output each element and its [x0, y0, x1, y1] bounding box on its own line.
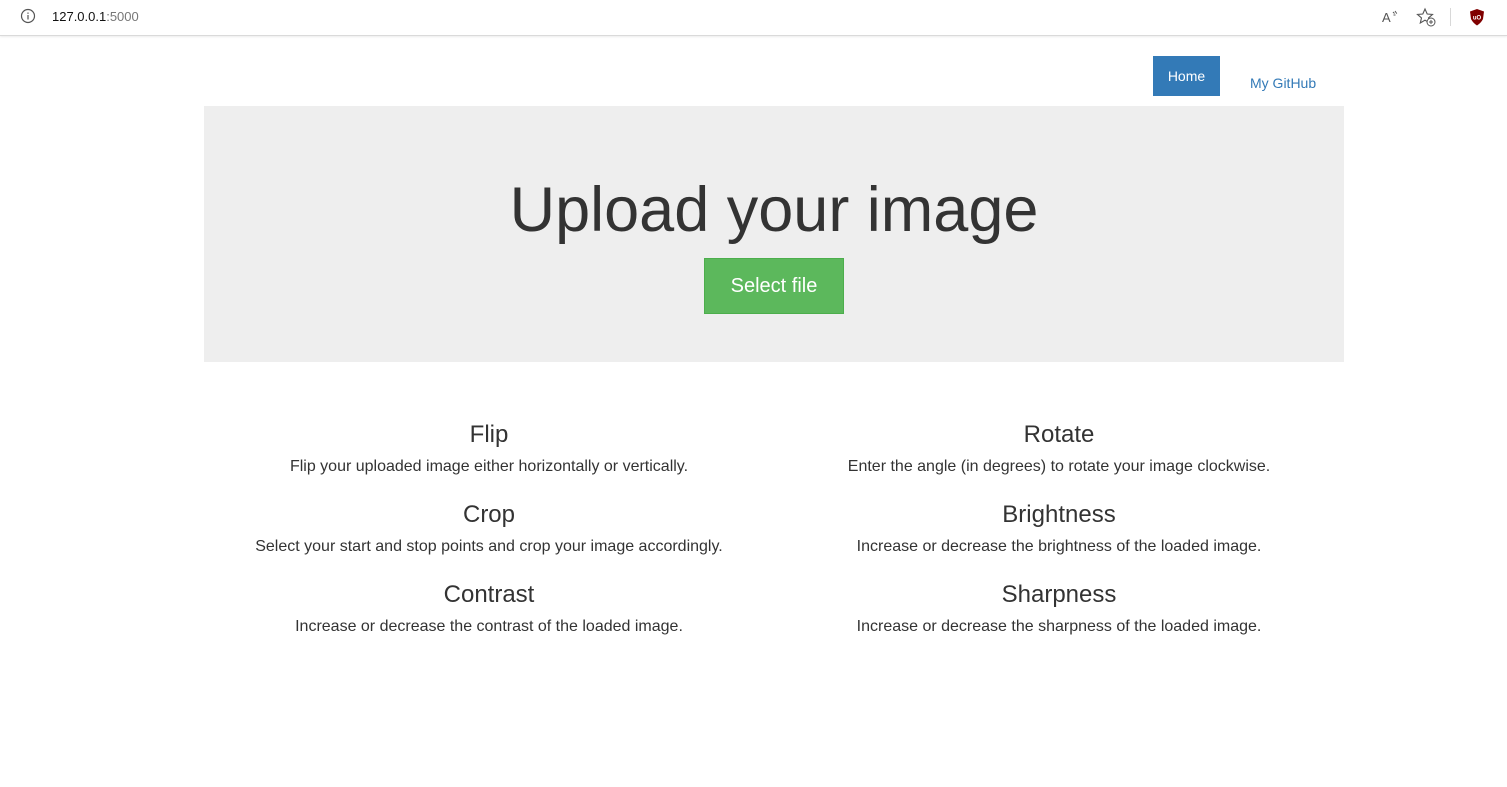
nav-home-link[interactable]: Home: [1153, 56, 1220, 96]
feature-description: Increase or decrease the sharpness of th…: [856, 618, 1262, 635]
feature-flip: Flip Flip your uploaded image either hor…: [204, 420, 774, 500]
feature-crop: Crop Select your start and stop points a…: [204, 500, 774, 580]
feature-title: Rotate: [1023, 421, 1095, 448]
svg-text:A: A: [1382, 10, 1391, 25]
feature-rotate: Rotate Enter the angle (in degrees) to r…: [774, 420, 1344, 500]
feature-title: Flip: [469, 421, 509, 448]
feature-description: Select your start and stop points and cr…: [255, 538, 723, 555]
url-port: :5000: [106, 9, 139, 24]
toolbar-separator: [1450, 8, 1451, 26]
feature-title: Sharpness: [1001, 581, 1117, 608]
browser-address-bar: 127.0.0.1:5000 A uO: [0, 0, 1507, 36]
page-title: Upload your image: [509, 175, 1039, 245]
upload-jumbotron: Upload your image Select file: [204, 106, 1344, 362]
feature-title: Brightness: [1002, 501, 1116, 528]
feature-description: Increase or decrease the brightness of t…: [856, 538, 1262, 555]
feature-description: Enter the angle (in degrees) to rotate y…: [847, 458, 1271, 475]
info-icon[interactable]: [20, 8, 36, 24]
read-aloud-icon[interactable]: A: [1380, 7, 1400, 27]
feature-description: Increase or decrease the contrast of the…: [295, 618, 683, 635]
select-file-button[interactable]: Select file: [704, 258, 844, 314]
nav-github-link[interactable]: My GitHub: [1250, 56, 1316, 96]
url-host: 127.0.0.1: [52, 9, 107, 24]
feature-sharpness: Sharpness Increase or decrease the sharp…: [774, 580, 1344, 660]
feature-title: Crop: [462, 501, 516, 528]
top-nav: Home My GitHub: [1153, 56, 1316, 96]
favorite-add-icon[interactable]: [1416, 7, 1436, 27]
feature-contrast: Contrast Increase or decrease the contra…: [204, 580, 774, 660]
ublock-icon[interactable]: uO: [1467, 7, 1487, 27]
svg-text:uO: uO: [1473, 16, 1482, 22]
feature-title: Contrast: [443, 581, 535, 608]
url-field[interactable]: 127.0.0.1:5000: [52, 9, 139, 25]
feature-description: Flip your uploaded image either horizont…: [289, 458, 689, 475]
feature-brightness: Brightness Increase or decrease the brig…: [774, 500, 1344, 580]
features-grid: Flip Flip your uploaded image either hor…: [204, 420, 1344, 660]
